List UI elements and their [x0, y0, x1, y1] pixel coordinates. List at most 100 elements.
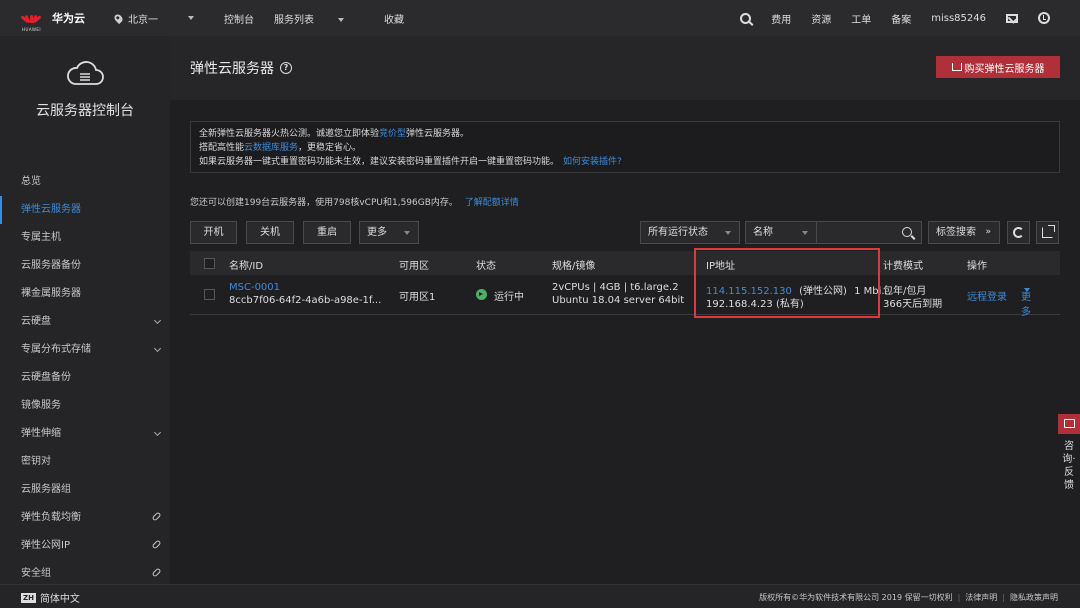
sidebar-item-auto-scaling[interactable]: 弹性伸缩 [0, 420, 170, 448]
notice-text: ，更稳定省心。 [298, 143, 362, 153]
language-selector[interactable]: ZH 简体中文 [21, 590, 80, 605]
sidebar-item-bare-metal[interactable]: 裸金属服务器 [0, 280, 170, 308]
mail-icon[interactable] [1006, 13, 1018, 23]
sidebar-item-image[interactable]: 镜像服务 [0, 392, 170, 420]
sidebar-item-evs[interactable]: 云硬盘 [0, 308, 170, 336]
server-name-link[interactable]: MSC-0001 [229, 282, 280, 293]
chat-icon [1058, 414, 1080, 434]
buy-ecs-button[interactable]: 购买弹性云服务器 [936, 56, 1060, 78]
sidebar-item-label: 云服务器组 [21, 484, 71, 495]
quota-details-link[interactable]: 了解配额详情 [465, 198, 519, 208]
privacy-link[interactable]: 隐私政策声明 [1010, 593, 1058, 602]
nav-console[interactable]: 控制台 [224, 11, 254, 26]
page-title: 弹性云服务器 [190, 61, 274, 77]
sidebar-item-label: 弹性负载均衡 [21, 512, 81, 523]
location-pin-icon [112, 12, 125, 24]
clock-icon[interactable] [1038, 12, 1050, 24]
brand-name: 华为云 [52, 12, 85, 25]
col-name[interactable]: 名称/ID [229, 257, 263, 272]
sidebar-item-dedicated-host[interactable]: 专属主机 [0, 224, 170, 252]
sidebar-item-keypair[interactable]: 密钥对 [0, 448, 170, 476]
running-status-icon [476, 289, 487, 300]
col-status: 状态 [476, 261, 496, 272]
sidebar-item-server-group[interactable]: 云服务器组 [0, 476, 170, 504]
nav-billing[interactable]: 费用 [771, 11, 791, 26]
quota-text: 您还可以创建199台云服务器，使用798核vCPU和1,596GB内存。 [190, 198, 458, 208]
sidebar-item-elb[interactable]: 弹性负载均衡 [0, 504, 170, 532]
more-actions-dropdown[interactable]: 更多 [359, 221, 419, 244]
language-label: 简体中文 [39, 594, 80, 605]
legal-link[interactable]: 法律声明 [965, 593, 997, 602]
nav-icp[interactable]: 备案 [891, 11, 911, 26]
sidebar-item-eip[interactable]: 弹性公网IP [0, 532, 170, 560]
chevron-down-icon [1024, 288, 1030, 292]
nav-resources[interactable]: 资源 [811, 11, 831, 26]
notice-line-1: 全新弹性云服务器火热公测。诚邀您立即体验竞价型弹性云服务器。 [199, 127, 1051, 141]
search-field-label: 名称 [753, 227, 773, 238]
region-selector[interactable]: 北京一 [112, 11, 194, 26]
feedback-tab[interactable]: 咨询·反馈 [1058, 414, 1080, 492]
separator: | [957, 593, 961, 602]
sidebar-item-dss[interactable]: 专属分布式存储 [0, 336, 170, 364]
chevron-down-icon [725, 231, 731, 235]
server-image: Ubuntu 18.04 server 64bit [552, 295, 685, 306]
remote-login-link[interactable]: 远程登录 [967, 288, 1007, 303]
server-spec: 2vCPUs | 4GB | t6.large.2 [552, 282, 679, 293]
table-row: MSC-0001 8ccb7f06-64f2-4a6b-a98e-1f... 可… [190, 275, 1060, 318]
nav-tickets[interactable]: 工单 [851, 11, 871, 26]
notice-box: 全新弹性云服务器火热公测。诚邀您立即体验竞价型弹性云服务器。 搭配高性能云数据库… [190, 121, 1060, 173]
sidebar-item-label: 云服务器备份 [21, 260, 81, 271]
sidebar-item-label: 弹性云服务器 [21, 204, 81, 215]
server-zone: 可用区1 [399, 292, 436, 303]
sidebar-item-ecs[interactable]: 弹性云服务器 [0, 196, 170, 224]
nav-service-list[interactable]: 服务列表 [274, 11, 364, 26]
nav-favorites[interactable]: 收藏 [384, 11, 404, 26]
sidebar-item-overview[interactable]: 总览 [0, 168, 170, 196]
row-more-label: 更多 [1021, 292, 1031, 318]
sidebar-item-disk-backup[interactable]: 云硬盘备份 [0, 364, 170, 392]
copyright-text: 版权所有©华为软件技术有限公司 2019 保留一切权利 [759, 593, 953, 602]
main-content: 弹性云服务器 ? 购买弹性云服务器 全新弹性云服务器火热公测。诚邀您立即体验竞价… [170, 36, 1080, 584]
notice-text: 如果云服务器一键式重置密码功能未生效，建议安装密码重置插件开启一键重置密码功能。 [199, 157, 560, 167]
restart-button[interactable]: 重启 [303, 221, 351, 244]
help-icon[interactable]: ? [280, 62, 292, 74]
notice-text: 弹性云服务器。 [406, 129, 470, 139]
chevron-down-icon [153, 344, 162, 353]
sidebar-item-label: 云硬盘 [21, 316, 51, 327]
quota-info: 您还可以创建199台云服务器，使用798核vCPU和1,596GB内存。 了解配… [190, 195, 519, 208]
cloud-database-link[interactable]: 云数据库服务 [244, 143, 298, 153]
chevron-down-icon [153, 316, 162, 325]
external-link-icon [151, 539, 162, 550]
double-chevron-down-icon: » [985, 227, 991, 237]
install-plugin-link[interactable]: 如何安装插件? [563, 157, 622, 167]
top-right-nav: 费用 资源 工单 备案 miss85246 [720, 0, 1050, 36]
status-filter-select[interactable]: 所有运行状态 [640, 221, 740, 244]
search-icon[interactable] [902, 227, 912, 237]
chevron-down-icon [338, 17, 344, 22]
spot-instance-link[interactable]: 竞价型 [379, 129, 406, 139]
search-field-select[interactable]: 名称 [745, 221, 817, 244]
sidebar-item-server-backup[interactable]: 云服务器备份 [0, 252, 170, 280]
stop-button[interactable]: 关机 [246, 221, 294, 244]
chevron-down-icon [802, 231, 808, 235]
select-all-checkbox[interactable] [204, 258, 215, 269]
search-input[interactable] [816, 221, 922, 244]
export-icon [1042, 225, 1055, 238]
start-button[interactable]: 开机 [190, 221, 237, 244]
huawei-logo[interactable]: HUAWEI 华为云 [20, 10, 85, 32]
export-button[interactable] [1036, 221, 1059, 244]
tag-search-button[interactable]: 标签搜索 » [928, 221, 1000, 244]
chevron-down-icon [404, 231, 410, 235]
refresh-button[interactable] [1007, 221, 1030, 244]
sidebar-item-label: 弹性伸缩 [21, 428, 61, 439]
search-icon[interactable] [740, 12, 752, 24]
sidebar-item-label: 裸金属服务器 [21, 288, 81, 299]
notice-text: 搭配高性能 [199, 143, 245, 153]
sidebar-item-label: 专属主机 [21, 232, 61, 243]
server-table: 名称/ID 可用区 状态 规格/镜像 IP地址 计费模式 操作 MSC-0001… [190, 251, 1060, 318]
user-name[interactable]: miss85246 [931, 13, 986, 24]
nav-service-list-label: 服务列表 [274, 14, 314, 26]
row-checkbox[interactable] [204, 289, 215, 300]
huawei-logo-icon: HUAWEI [20, 11, 42, 32]
sidebar-item-label: 安全组 [21, 568, 51, 579]
